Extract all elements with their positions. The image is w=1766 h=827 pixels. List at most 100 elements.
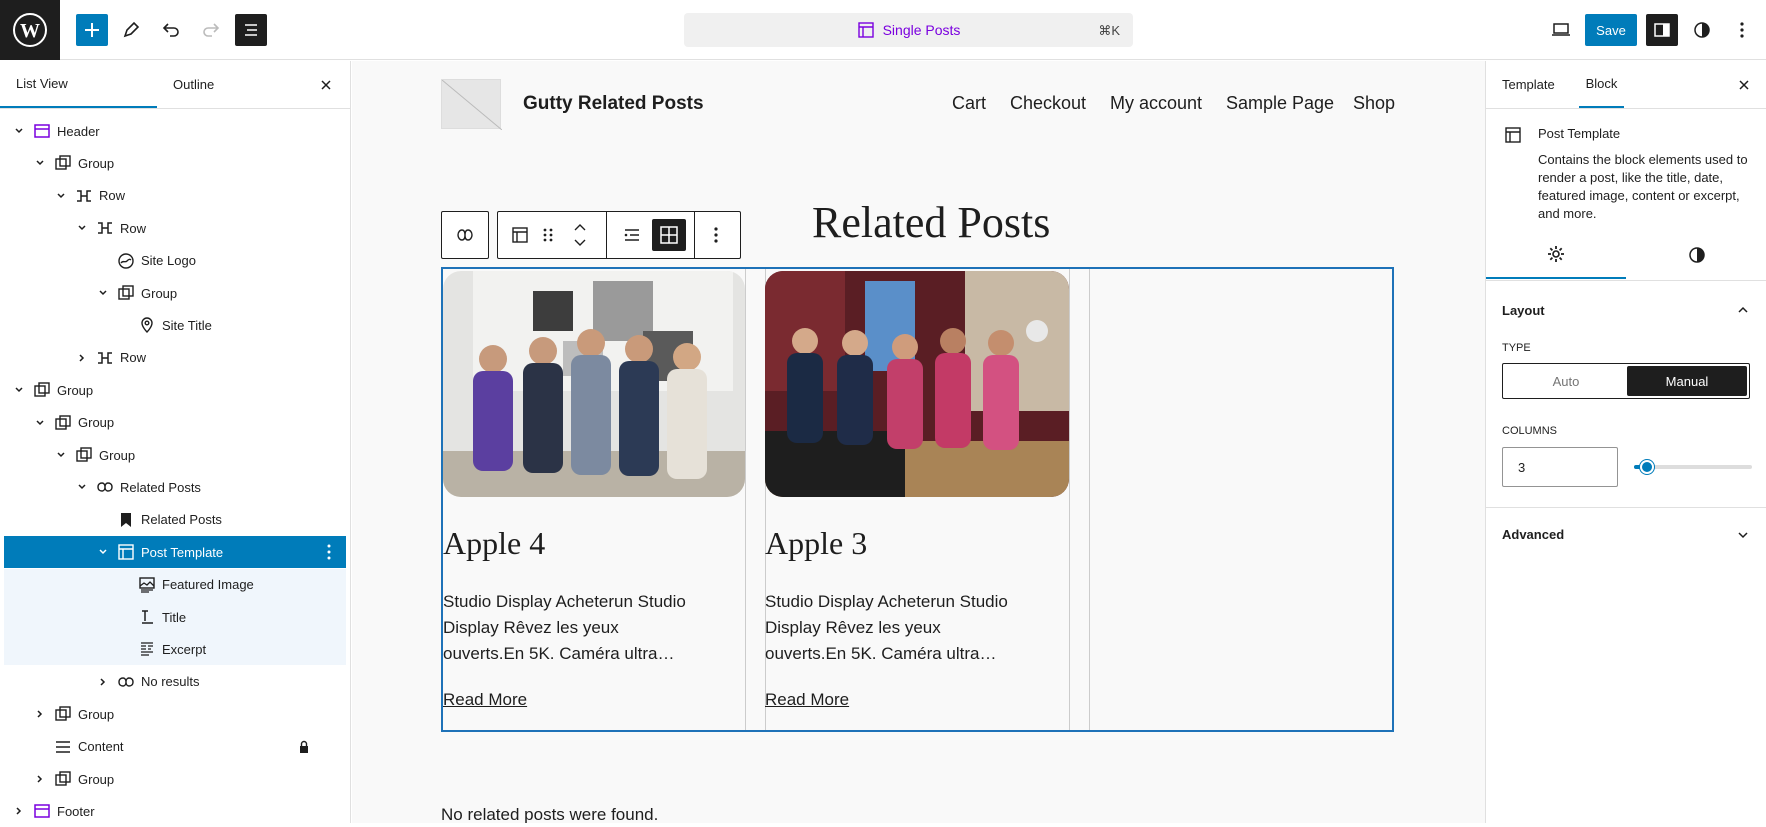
chevron-right-icon[interactable] [33, 707, 47, 721]
tree-item-group[interactable]: Group [4, 147, 346, 179]
tree-item-featured-image[interactable]: Featured Image [4, 568, 346, 601]
list-view-icon[interactable] [622, 225, 642, 248]
settings-sidebar-icon[interactable] [1646, 14, 1678, 46]
read-more-link[interactable]: Read More [765, 690, 849, 710]
edit-pencil-icon[interactable] [115, 14, 147, 46]
post-excerpt[interactable]: Studio Display Acheterun Studio Display … [765, 589, 1015, 667]
related-posts-heading[interactable]: Related Posts [812, 197, 1050, 248]
tab-list-view[interactable]: List View [0, 61, 157, 108]
post-title[interactable]: Apple 3 [765, 525, 867, 562]
tree-item-label: Row [120, 220, 147, 236]
chevron-down-icon[interactable] [33, 156, 47, 170]
chevron-down-icon[interactable] [12, 124, 26, 138]
add-block-button[interactable] [76, 14, 108, 46]
drag-handle-icon[interactable] [540, 225, 556, 248]
tree-item-row[interactable]: Row [4, 212, 346, 244]
tab-block[interactable]: Block [1579, 61, 1624, 108]
toggle-auto[interactable]: Auto [1505, 366, 1627, 396]
chevron-right-icon[interactable] [12, 804, 26, 818]
tree-item-group[interactable]: Group [4, 407, 346, 439]
chevron-down-icon[interactable] [96, 286, 110, 300]
tab-template[interactable]: Template [1502, 61, 1555, 108]
editor-canvas: Gutty Related Posts Cart Checkout My acc… [352, 61, 1485, 823]
command-shortcut: ⌘K [1098, 23, 1120, 38]
chevron-down-icon[interactable] [12, 383, 26, 397]
tree-item-group[interactable]: Group [4, 439, 346, 471]
site-title[interactable]: Gutty Related Posts [523, 93, 704, 115]
site-logo-placeholder[interactable] [441, 79, 503, 131]
chevron-down-icon[interactable] [75, 480, 89, 494]
tree-item-footer[interactable]: Footer [4, 795, 346, 827]
tab-outline[interactable]: Outline [157, 61, 277, 108]
nav-item-shop[interactable]: Shop [1353, 93, 1395, 114]
tree-item-group[interactable]: Group [4, 277, 346, 309]
tree-item-row[interactable]: Row [4, 342, 346, 374]
chevron-right-icon[interactable] [75, 351, 89, 365]
grid-view-icon[interactable] [652, 219, 686, 251]
tree-item-content[interactable]: Content [4, 731, 346, 763]
nav-item-my-account[interactable]: My account [1110, 93, 1202, 114]
columns-slider-thumb[interactable] [1640, 460, 1654, 474]
layout-icon [117, 543, 135, 561]
close-icon[interactable] [316, 75, 336, 95]
parent-block-button[interactable] [441, 211, 489, 259]
block-description: Contains the block elements used to rend… [1538, 152, 1748, 221]
chevron-down-icon[interactable] [33, 416, 47, 430]
wordpress-logo-icon[interactable]: W [0, 0, 60, 60]
chevron-right-icon[interactable] [96, 675, 110, 689]
redo-icon[interactable] [195, 14, 227, 46]
block-options-icon[interactable] [713, 226, 719, 247]
nav-item-checkout[interactable]: Checkout [1010, 93, 1086, 114]
post-excerpt[interactable]: Studio Display Acheterun Studio Display … [443, 589, 693, 667]
layout-icon[interactable] [510, 225, 530, 248]
tree-item-excerpt[interactable]: Excerpt [4, 633, 346, 666]
tree-item-related-posts[interactable]: Related Posts [4, 471, 346, 503]
more-options-icon[interactable] [1726, 14, 1758, 46]
tree-item-title[interactable]: Title [4, 601, 346, 633]
tree-item-label: Group [78, 771, 115, 787]
read-more-link[interactable]: Read More [443, 690, 527, 710]
chevron-right-icon[interactable] [33, 772, 47, 786]
chevron-down-icon[interactable] [75, 221, 89, 235]
featured-image[interactable] [443, 271, 745, 497]
no-results-text[interactable]: No related posts were found. [441, 805, 658, 823]
featured-image[interactable] [765, 271, 1069, 497]
tree-item-label: Header [57, 123, 100, 139]
close-icon[interactable] [1734, 75, 1754, 95]
columns-input[interactable]: 3 [1502, 447, 1618, 487]
chevron-down-icon[interactable] [54, 189, 68, 203]
tree-item-group[interactable]: Group [4, 374, 346, 406]
tree-item-related-posts[interactable]: Related Posts [4, 504, 346, 536]
group-icon [54, 154, 72, 172]
post-title[interactable]: Apple 4 [443, 525, 545, 562]
tree-item-post-template[interactable]: Post Template [4, 536, 346, 569]
styles-icon[interactable] [1686, 14, 1718, 46]
tree-item-site-logo[interactable]: Site Logo [4, 245, 346, 277]
tree-item-header[interactable]: Header [4, 115, 346, 147]
settings-gear-icon[interactable] [1486, 231, 1626, 279]
tree-item-no-results[interactable]: No results [4, 666, 346, 698]
tree-item-label: Site Logo [141, 253, 196, 269]
post-template-block[interactable]: Apple 4 Studio Display Acheterun Studio … [441, 267, 1394, 732]
nav-item-cart[interactable]: Cart [952, 93, 986, 114]
layout-panel-title[interactable]: Layout [1502, 303, 1545, 318]
document-overview-button[interactable] [235, 14, 267, 46]
chevron-down-icon[interactable] [54, 448, 68, 462]
chevron-up-icon[interactable] [1736, 303, 1750, 320]
advanced-panel-title[interactable]: Advanced [1502, 527, 1564, 542]
item-options-icon[interactable] [326, 543, 332, 564]
nav-item-sample-page[interactable]: Sample Page [1226, 93, 1334, 114]
tree-item-site-title[interactable]: Site Title [4, 309, 346, 341]
tree-item-row[interactable]: Row [4, 180, 346, 212]
desktop-preview-icon[interactable] [1545, 14, 1577, 46]
chevron-down-icon[interactable] [96, 545, 110, 559]
save-button[interactable]: Save [1585, 14, 1637, 46]
chevron-down-icon[interactable] [1736, 528, 1750, 545]
undo-icon[interactable] [155, 14, 187, 46]
document-bar[interactable]: Single Posts ⌘K [684, 13, 1133, 47]
move-up-down-icon[interactable] [572, 222, 588, 251]
styles-contrast-icon[interactable] [1626, 231, 1766, 279]
tree-item-group[interactable]: Group [4, 763, 346, 795]
tree-item-group[interactable]: Group [4, 698, 346, 730]
toggle-manual[interactable]: Manual [1627, 366, 1747, 396]
